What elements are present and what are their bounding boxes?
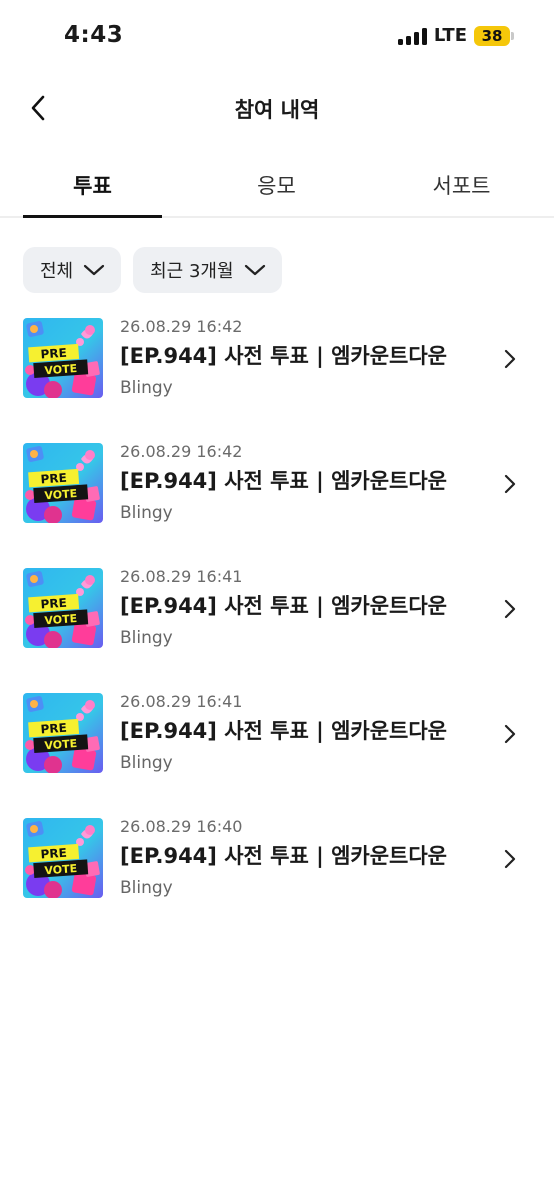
thumbnail-line1: PRE — [40, 471, 67, 487]
item-date: 26.08.29 16:41 — [120, 692, 243, 711]
filter-period-dropdown[interactable]: 최근 3개월 — [133, 247, 282, 293]
active-tab-indicator — [23, 215, 162, 218]
thumbnail-line2: VOTE — [44, 487, 78, 502]
signal-icon — [397, 27, 427, 45]
list-item[interactable]: PRE VOTE 26.08.29 16:42 [EP.944] 사전 투표 |… — [0, 443, 554, 568]
pre-vote-thumbnail: PRE VOTE — [23, 443, 103, 523]
item-meta: 26.08.29 16:41 [EP.944] 사전 투표 | 엠카운트다운 B… — [120, 692, 504, 774]
item-meta: 26.08.29 16:42 [EP.944] 사전 투표 | 엠카운트다운 B… — [120, 317, 504, 399]
chevron-right-icon — [504, 849, 516, 869]
chevron-right-icon — [504, 474, 516, 494]
thumbnail-line2: VOTE — [44, 737, 78, 752]
tab-support[interactable]: 서포트 — [392, 160, 531, 218]
thumbnail-line2: VOTE — [44, 862, 78, 877]
filter-all-dropdown[interactable]: 전체 — [23, 247, 122, 293]
battery-level: 38 — [474, 25, 510, 46]
app-header: 참여 내역 — [0, 80, 554, 136]
tab-bar: 투표 응모 서포트 — [0, 160, 554, 218]
item-date: 26.08.29 16:42 — [120, 442, 243, 461]
thumbnail-line1: PRE — [40, 721, 67, 737]
list-item[interactable]: PRE VOTE 26.08.29 16:41 [EP.944] 사전 투표 |… — [0, 568, 554, 693]
thumbnail-line1: PRE — [40, 596, 67, 612]
chevron-down-icon — [244, 264, 265, 276]
item-source: Blingy — [120, 378, 173, 398]
chevron-right-icon — [504, 724, 516, 744]
history-list: PRE VOTE 26.08.29 16:42 [EP.944] 사전 투표 |… — [0, 318, 554, 943]
page-title: 참여 내역 — [234, 98, 320, 122]
list-item[interactable]: PRE VOTE 26.08.29 16:41 [EP.944] 사전 투표 |… — [0, 693, 554, 818]
status-time: 4:43 — [64, 22, 124, 48]
item-meta: 26.08.29 16:41 [EP.944] 사전 투표 | 엠카운트다운 B… — [120, 567, 504, 649]
item-source: Blingy — [120, 753, 173, 773]
battery-icon: 38 — [474, 25, 514, 46]
item-title: [EP.944] 사전 투표 | 엠카운트다운 — [120, 594, 448, 618]
tab-entry[interactable]: 응모 — [207, 160, 346, 218]
status-bar: 4:43 LTE 38 — [0, 0, 554, 72]
status-indicators: LTE 38 — [397, 25, 514, 46]
thumbnail-line1: PRE — [40, 846, 67, 862]
item-date: 26.08.29 16:40 — [120, 817, 243, 836]
network-label: LTE — [433, 25, 467, 46]
item-date: 26.08.29 16:41 — [120, 567, 243, 586]
item-meta: 26.08.29 16:40 [EP.944] 사전 투표 | 엠카운트다운 B… — [120, 817, 504, 899]
item-source: Blingy — [120, 878, 173, 898]
thumbnail-line2: VOTE — [44, 612, 78, 627]
thumbnail-line2: VOTE — [44, 362, 78, 377]
list-item[interactable]: PRE VOTE 26.08.29 16:42 [EP.944] 사전 투표 |… — [0, 318, 554, 443]
item-source: Blingy — [120, 503, 173, 523]
item-meta: 26.08.29 16:42 [EP.944] 사전 투표 | 엠카운트다운 B… — [120, 442, 504, 524]
thumbnail-line1: PRE — [40, 346, 67, 362]
list-item[interactable]: PRE VOTE 26.08.29 16:40 [EP.944] 사전 투표 |… — [0, 818, 554, 943]
filter-all-label: 전체 — [40, 261, 74, 282]
filter-period-label: 최근 3개월 — [150, 261, 234, 282]
pre-vote-thumbnail: PRE VOTE — [23, 318, 103, 398]
item-title: [EP.944] 사전 투표 | 엠카운트다운 — [120, 719, 448, 743]
item-title: [EP.944] 사전 투표 | 엠카운트다운 — [120, 344, 448, 368]
pre-vote-thumbnail: PRE VOTE — [23, 693, 103, 773]
item-title: [EP.944] 사전 투표 | 엠카운트다운 — [120, 844, 448, 868]
chevron-down-icon — [84, 264, 105, 276]
tab-vote[interactable]: 투표 — [23, 160, 162, 218]
item-date: 26.08.29 16:42 — [120, 317, 243, 336]
pre-vote-thumbnail: PRE VOTE — [23, 568, 103, 648]
item-title: [EP.944] 사전 투표 | 엠카운트다운 — [120, 469, 448, 493]
chevron-right-icon — [504, 599, 516, 619]
chevron-right-icon — [504, 349, 516, 369]
filter-bar: 전체 최근 3개월 — [23, 247, 282, 293]
pre-vote-thumbnail: PRE VOTE — [23, 818, 103, 898]
item-source: Blingy — [120, 628, 173, 648]
